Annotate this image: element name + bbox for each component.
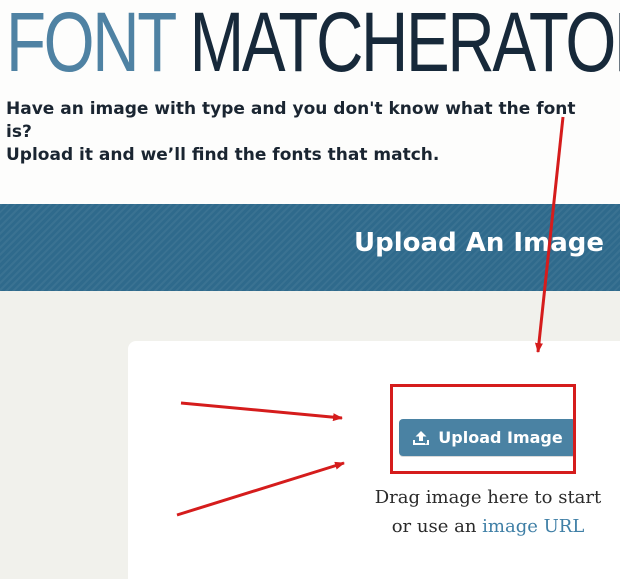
drag-text-prefix: or use an	[391, 516, 483, 537]
upload-card	[128, 341, 620, 579]
logo-word-matcherator: MATCHERATOR	[189, 0, 620, 89]
tagline-line-2: Upload it and we’ll find the fonts that …	[6, 145, 440, 165]
drag-text-line-1: Drag image here to start	[374, 487, 602, 508]
tagline-line-1: Have an image with type and you don't kn…	[6, 99, 576, 142]
drag-text-line-2: or use an image URL	[358, 512, 618, 541]
image-url-link[interactable]: image URL	[482, 516, 584, 537]
tagline: Have an image with type and you don't kn…	[6, 98, 606, 167]
logo-word-font: FONT	[6, 0, 176, 89]
upload-image-button-label: Upload Image	[438, 428, 563, 447]
upload-icon	[413, 430, 430, 445]
section-header-band: Upload An Image	[0, 204, 620, 291]
page: FONT MATCHERATOR Have an image with type…	[0, 0, 620, 579]
section-title: Upload An Image	[354, 228, 604, 258]
upload-image-button[interactable]: Upload Image	[399, 419, 576, 456]
drag-drop-instructions: Drag image here to start or use an image…	[358, 483, 618, 541]
site-logo[interactable]: FONT MATCHERATOR	[6, 0, 620, 90]
